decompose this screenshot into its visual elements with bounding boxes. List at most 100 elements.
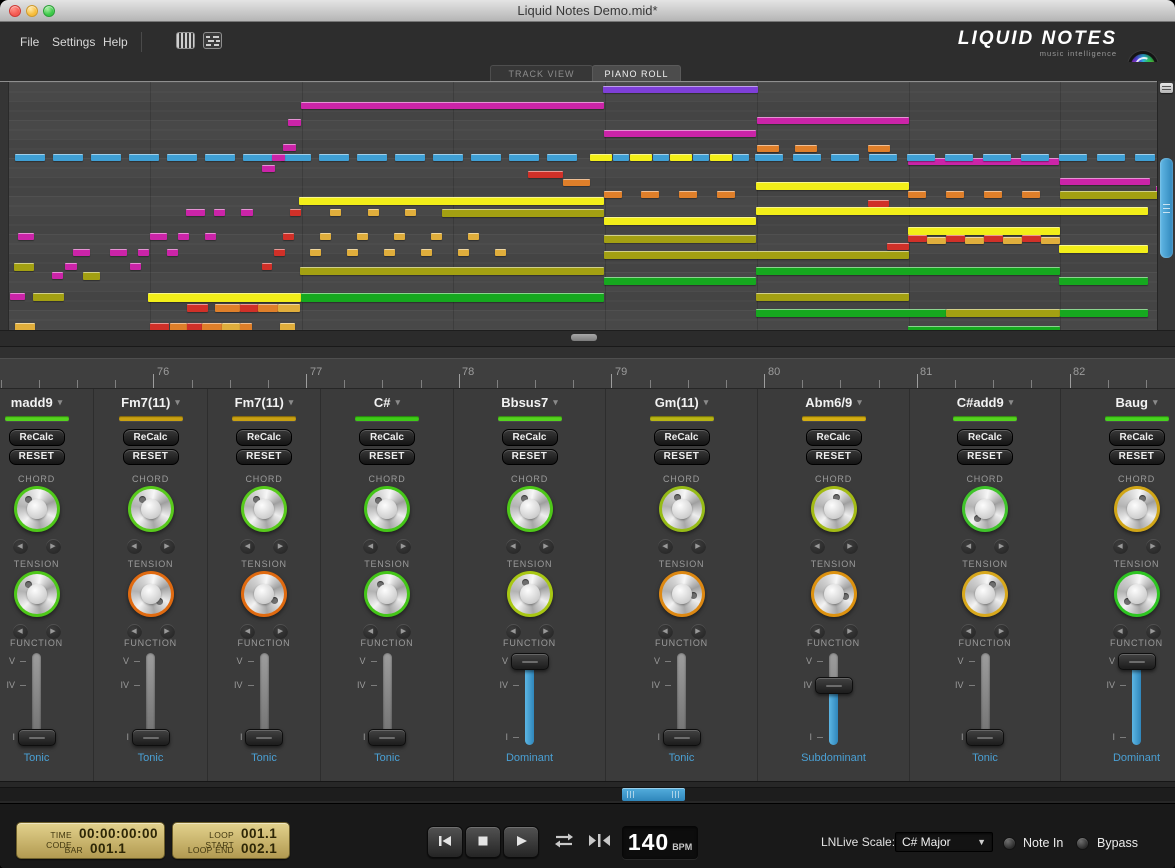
midi-note[interactable] bbox=[756, 293, 909, 301]
midi-note[interactable] bbox=[458, 249, 469, 256]
midi-note[interactable] bbox=[405, 209, 416, 216]
scale-dropdown[interactable]: C# Major ▼ bbox=[895, 832, 993, 852]
reset-button[interactable]: RESET bbox=[502, 449, 558, 465]
midi-note[interactable] bbox=[641, 191, 659, 198]
midi-note[interactable] bbox=[984, 235, 1003, 242]
midi-note[interactable] bbox=[280, 323, 295, 330]
midi-note[interactable] bbox=[300, 267, 604, 275]
chord-knob[interactable] bbox=[811, 486, 857, 532]
midi-note[interactable] bbox=[603, 86, 758, 93]
chord-name-dropdown[interactable]: Baug▾ bbox=[1061, 395, 1175, 410]
tension-prev-arrow-icon[interactable]: ◀ bbox=[127, 624, 142, 639]
midi-note[interactable] bbox=[384, 249, 395, 256]
midi-note[interactable] bbox=[756, 267, 1060, 275]
midi-note[interactable] bbox=[281, 154, 311, 161]
tension-knob[interactable] bbox=[659, 571, 705, 617]
chord-knob[interactable] bbox=[962, 486, 1008, 532]
tension-next-arrow-icon[interactable]: ▶ bbox=[46, 624, 61, 639]
midi-note[interactable] bbox=[240, 304, 258, 312]
midi-note[interactable] bbox=[528, 171, 563, 178]
function-slider-handle[interactable] bbox=[511, 653, 549, 670]
midi-note[interactable] bbox=[83, 272, 100, 280]
midi-note[interactable] bbox=[14, 263, 34, 271]
stop-button[interactable] bbox=[465, 826, 501, 858]
chord-next-arrow-icon[interactable]: ▶ bbox=[691, 539, 706, 554]
midi-note[interactable] bbox=[433, 154, 463, 161]
function-slider[interactable]: VIVI bbox=[94, 649, 207, 753]
midi-note[interactable] bbox=[604, 130, 756, 137]
chord-prev-arrow-icon[interactable]: ◀ bbox=[1113, 539, 1128, 554]
midi-note[interactable] bbox=[908, 235, 927, 242]
midi-note[interactable] bbox=[946, 235, 965, 242]
midi-note[interactable] bbox=[907, 154, 935, 161]
tension-knob[interactable] bbox=[507, 571, 553, 617]
midi-note[interactable] bbox=[240, 323, 252, 330]
midi-note[interactable] bbox=[148, 293, 301, 302]
midi-note[interactable] bbox=[983, 154, 1011, 161]
chord-prev-arrow-icon[interactable]: ◀ bbox=[363, 539, 378, 554]
reset-button[interactable]: RESET bbox=[1109, 449, 1165, 465]
midi-note[interactable] bbox=[278, 304, 300, 312]
midi-note[interactable] bbox=[604, 217, 756, 225]
midi-note[interactable] bbox=[167, 154, 197, 161]
midi-note[interactable] bbox=[187, 323, 202, 330]
minimize-window-button[interactable] bbox=[26, 5, 38, 17]
chord-name-dropdown[interactable]: C#add9▾ bbox=[910, 395, 1060, 410]
midi-note[interactable] bbox=[471, 154, 501, 161]
chord-name-dropdown[interactable]: C#▾ bbox=[321, 395, 453, 410]
reset-button[interactable]: RESET bbox=[806, 449, 862, 465]
midi-note[interactable] bbox=[319, 154, 349, 161]
tempo-display[interactable]: 140 BPM bbox=[622, 826, 698, 859]
midi-note[interactable] bbox=[73, 249, 90, 256]
function-slider[interactable]: VIVI bbox=[606, 649, 757, 753]
midi-note[interactable] bbox=[1059, 154, 1087, 161]
loop-display[interactable]: LOOP START 001.1 LOOP END 002.1 bbox=[172, 822, 290, 859]
midi-note[interactable] bbox=[946, 191, 964, 198]
chord-prev-arrow-icon[interactable]: ◀ bbox=[127, 539, 142, 554]
midi-note[interactable] bbox=[1022, 191, 1040, 198]
midi-note[interactable] bbox=[757, 117, 909, 124]
chord-knob[interactable] bbox=[364, 486, 410, 532]
chord-next-arrow-icon[interactable]: ▶ bbox=[1146, 539, 1161, 554]
function-slider[interactable]: VIVI bbox=[0, 649, 93, 753]
midi-note[interactable] bbox=[908, 227, 1060, 235]
tension-knob[interactable] bbox=[811, 571, 857, 617]
midi-note[interactable] bbox=[1097, 154, 1125, 161]
midi-note[interactable] bbox=[262, 165, 275, 172]
zoom-window-button[interactable] bbox=[43, 5, 55, 17]
midi-note[interactable] bbox=[15, 323, 35, 330]
midi-note[interactable] bbox=[91, 154, 121, 161]
chord-name-dropdown[interactable]: madd9▾ bbox=[0, 395, 93, 410]
tension-knob[interactable] bbox=[962, 571, 1008, 617]
midi-note[interactable] bbox=[301, 293, 604, 302]
midi-note[interactable] bbox=[793, 154, 821, 161]
function-slider[interactable]: VIVI bbox=[454, 649, 605, 753]
midi-note[interactable] bbox=[222, 323, 240, 330]
midi-note[interactable] bbox=[1060, 309, 1148, 317]
midi-note[interactable] bbox=[347, 249, 358, 256]
function-slider-handle[interactable] bbox=[132, 729, 170, 746]
tab-piano-roll[interactable]: PIANO ROLL bbox=[592, 65, 681, 81]
function-slider-handle[interactable] bbox=[1118, 653, 1156, 670]
midi-note[interactable] bbox=[262, 263, 272, 270]
midi-note[interactable] bbox=[1022, 235, 1041, 242]
midi-note[interactable] bbox=[310, 249, 321, 256]
midi-note[interactable] bbox=[187, 304, 208, 312]
piano-roll-vertical-scrollbar[interactable] bbox=[1157, 81, 1175, 330]
function-slider-handle[interactable] bbox=[815, 677, 853, 694]
midi-note[interactable] bbox=[421, 249, 432, 256]
chord-prev-arrow-icon[interactable]: ◀ bbox=[506, 539, 521, 554]
midi-note[interactable] bbox=[214, 209, 225, 216]
piano-keys-icon[interactable] bbox=[176, 32, 195, 49]
midi-note[interactable] bbox=[283, 233, 294, 240]
reset-button[interactable]: RESET bbox=[123, 449, 179, 465]
midi-note[interactable] bbox=[984, 191, 1002, 198]
function-slider-handle[interactable] bbox=[966, 729, 1004, 746]
tension-knob[interactable] bbox=[128, 571, 174, 617]
chord-name-dropdown[interactable]: Fm7(11)▾ bbox=[208, 395, 320, 410]
function-slider-handle[interactable] bbox=[18, 729, 56, 746]
note-in-led[interactable] bbox=[1003, 837, 1016, 850]
midi-note[interactable] bbox=[33, 293, 64, 301]
tension-prev-arrow-icon[interactable]: ◀ bbox=[363, 624, 378, 639]
midi-note[interactable] bbox=[563, 179, 590, 186]
